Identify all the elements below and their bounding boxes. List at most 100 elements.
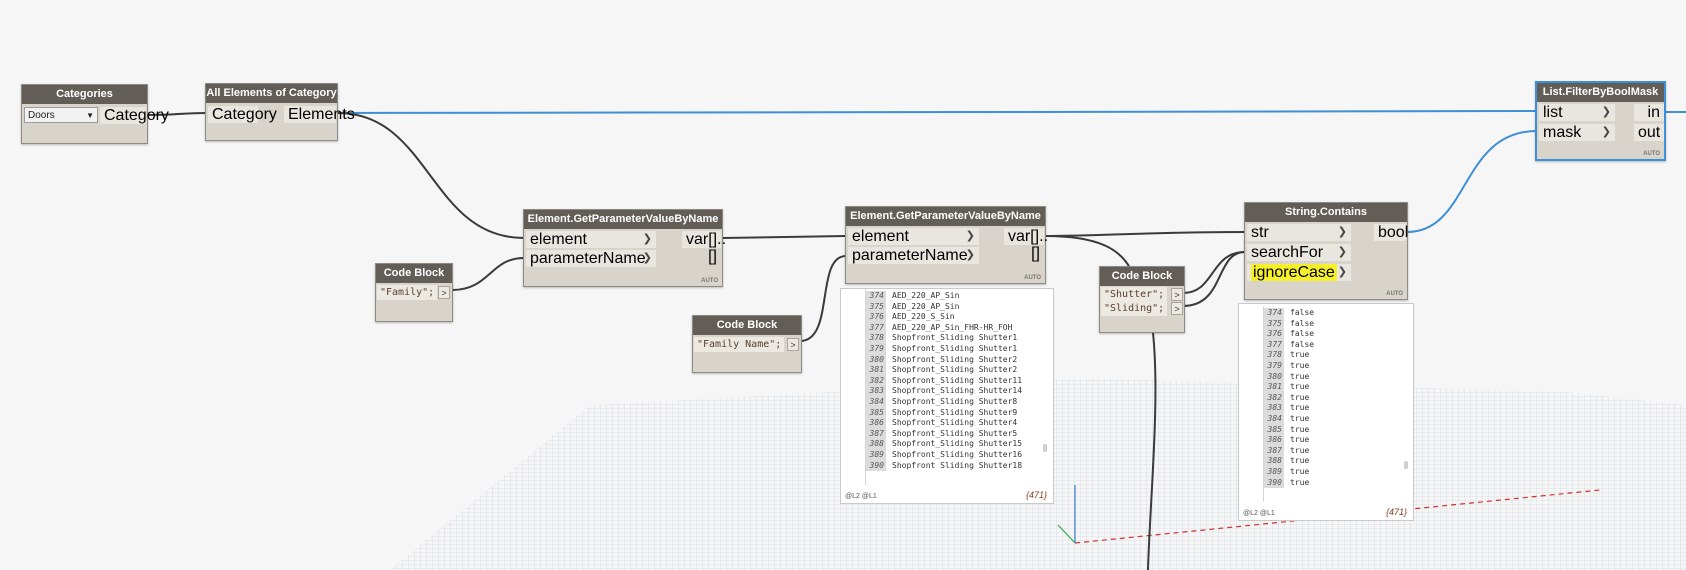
node-title[interactable]: String.Contains [1245,203,1407,222]
list-item: 381 true [1264,382,1309,393]
list-item: 389 Shopfront_Sliding Shutter16 [866,450,1022,461]
item-count: {471} [1025,490,1047,500]
input-port-str[interactable]: str ❯ [1247,224,1351,241]
list-levels[interactable]: @L2 @L1 [1243,510,1275,517]
list-filter-by-bool-mask-node[interactable]: List.FilterByBoolMask list ❯ mask ❯ in o… [1535,81,1666,161]
list-value: false [1290,318,1315,328]
output-port-bool[interactable]: bool [1374,224,1409,241]
input-port-category[interactable]: Category [208,106,277,123]
input-port-parametername[interactable]: parameterName ❯ [848,247,979,264]
output-port-in[interactable]: in [1634,104,1664,121]
watch-list[interactable]: 374 AED_220_AP_Sin 375 AED_220_AP_Sin 376 AED… [865,289,1051,485]
code-text[interactable]: "Family Name"; [694,337,785,352]
list-value: AED_220_AP_Sin [892,291,960,300]
list-item: 380 Shopfront_Sliding Shutter2 [866,354,1017,366]
output-port-category[interactable]: Category [100,107,169,124]
list-index: 377 [866,322,886,334]
list-value: false [1290,329,1315,339]
scrollbar-thumb[interactable] [1043,444,1047,452]
list-value: true [1290,445,1310,455]
list-levels[interactable]: @L2 @L1 [845,493,877,500]
list-index: 378 [866,333,886,344]
input-port-element[interactable]: element ❯ [848,228,979,245]
output-port-2[interactable]: > [1171,302,1183,315]
chevron-right-icon: ❯ [1601,106,1611,118]
chevron-right-icon: ❯ [1337,246,1347,258]
port-label: var[]..[] [686,231,727,265]
node-title[interactable]: Code Block [693,316,801,335]
code-block-family-node[interactable]: Code Block "Family"; > [375,263,453,322]
watch-list[interactable]: 374 false 375 false 376 false 377 false 378 true 3… [1263,306,1412,502]
list-item: 386 Shopfront_Sliding Shutter4 [866,418,1017,429]
output-port-var[interactable]: var[]..[] [1004,228,1048,262]
input-port-parametername[interactable]: parameterName ❯ [526,250,656,267]
list-item: 378 Shopfront_Sliding Shutter1 [866,333,1017,344]
list-value: true [1290,361,1310,370]
list-item: 383 true [1264,403,1309,414]
output-port[interactable]: > [787,338,799,351]
code-text[interactable]: "Family"; [377,285,438,300]
list-value: Shopfront_Sliding Shutter8 [892,397,1018,406]
list-value: Shopfront_Sliding Shutter1 [892,333,1018,343]
list-value: Shopfront_Sliding Shutter1 [892,344,1018,353]
list-index: 389 [1264,467,1284,478]
list-value: true [1290,435,1310,445]
list-value: Shopfront_Sliding Shutter16 [892,450,1023,459]
chevron-right-icon: ❯ [642,252,652,264]
input-port-mask[interactable]: mask ❯ [1539,124,1615,141]
list-index: 389 [866,450,886,461]
output-port-var[interactable]: var[]..[] [682,231,726,265]
list-item: 379 true [1264,361,1309,372]
port-label: var[]..[] [1008,228,1049,262]
list-index: 374 [866,291,886,302]
code-text-line-2[interactable]: "Sliding"; [1101,301,1168,316]
input-port-element[interactable]: element ❯ [526,231,656,248]
list-index: 378 [1264,350,1284,361]
list-value: true [1290,403,1310,413]
port-label: Category [104,107,169,124]
node-title[interactable]: Element.GetParameterValueByName [846,207,1045,226]
get-parameter-value-node-2[interactable]: Element.GetParameterValueByName element … [845,206,1048,284]
list-index: 377 [1264,339,1284,351]
list-item: 382 true [1264,392,1309,404]
code-block-search-terms-node[interactable]: Code Block "Shutter"; "Sliding"; > > [1099,266,1185,333]
category-dropdown[interactable]: Doors ▼ [24,107,98,123]
code-block-family-name-node[interactable]: Code Block "Family Name"; > [692,315,802,373]
output-port-elements[interactable]: Elements [284,106,355,123]
scrollbar-thumb[interactable] [1404,461,1408,469]
node-title[interactable]: Categories [22,85,147,104]
port-label: bool [1378,224,1409,241]
node-title[interactable]: List.FilterByBoolMask [1537,83,1664,102]
list-index: 379 [1264,361,1284,372]
list-item: 386 true [1264,435,1309,446]
list-item: 379 Shopfront_Sliding Shutter1 [866,344,1017,355]
list-item: 389 true [1264,467,1309,478]
list-value: true [1290,382,1310,392]
list-item: 382 Shopfront_Sliding Shutter11 [866,375,1022,387]
watch-preview-bool-results[interactable]: 374 false 375 false 376 false 377 false 378 true 3… [1238,303,1414,521]
string-contains-node[interactable]: String.Contains str ❯ searchFor ❯ ignore… [1244,202,1408,300]
code-text-line-1[interactable]: "Shutter"; [1101,287,1168,302]
node-title[interactable]: Code Block [1100,267,1184,286]
categories-node[interactable]: Categories Doors ▼ Category [21,84,169,144]
list-item: 384 Shopfront_Sliding Shutter8 [866,397,1017,408]
list-value: true [1290,371,1310,381]
input-port-ignorecase[interactable]: ignoreCase ❯ [1247,264,1351,281]
output-port-1[interactable]: > [1171,288,1183,301]
list-index: 382 [1264,392,1284,404]
list-value: Shopfront Sliding Shutter18 [892,460,1023,470]
port-label: Category [212,106,277,123]
get-parameter-value-node-1[interactable]: Element.GetParameterValueByName element … [523,209,726,287]
output-port-out[interactable]: out [1634,124,1664,141]
graph-canvas[interactable]: Categories Doors ▼ Category All Elements… [0,0,1686,570]
node-title[interactable]: Element.GetParameterValueByName [524,210,722,229]
watch-preview-family-names[interactable]: 374 AED_220_AP_Sin 375 AED_220_AP_Sin 376 AED… [840,288,1054,504]
output-port[interactable]: > [438,286,450,299]
list-value: true [1290,414,1310,423]
input-port-searchfor[interactable]: searchFor ❯ [1247,244,1351,261]
all-elements-of-category-node[interactable]: All Elements of Category Category Elemen… [205,83,355,141]
node-title[interactable]: Code Block [376,264,452,283]
node-title[interactable]: All Elements of Category [206,84,337,103]
lacing-auto-label: AUTO [701,278,718,284]
input-port-list[interactable]: list ❯ [1539,104,1615,121]
